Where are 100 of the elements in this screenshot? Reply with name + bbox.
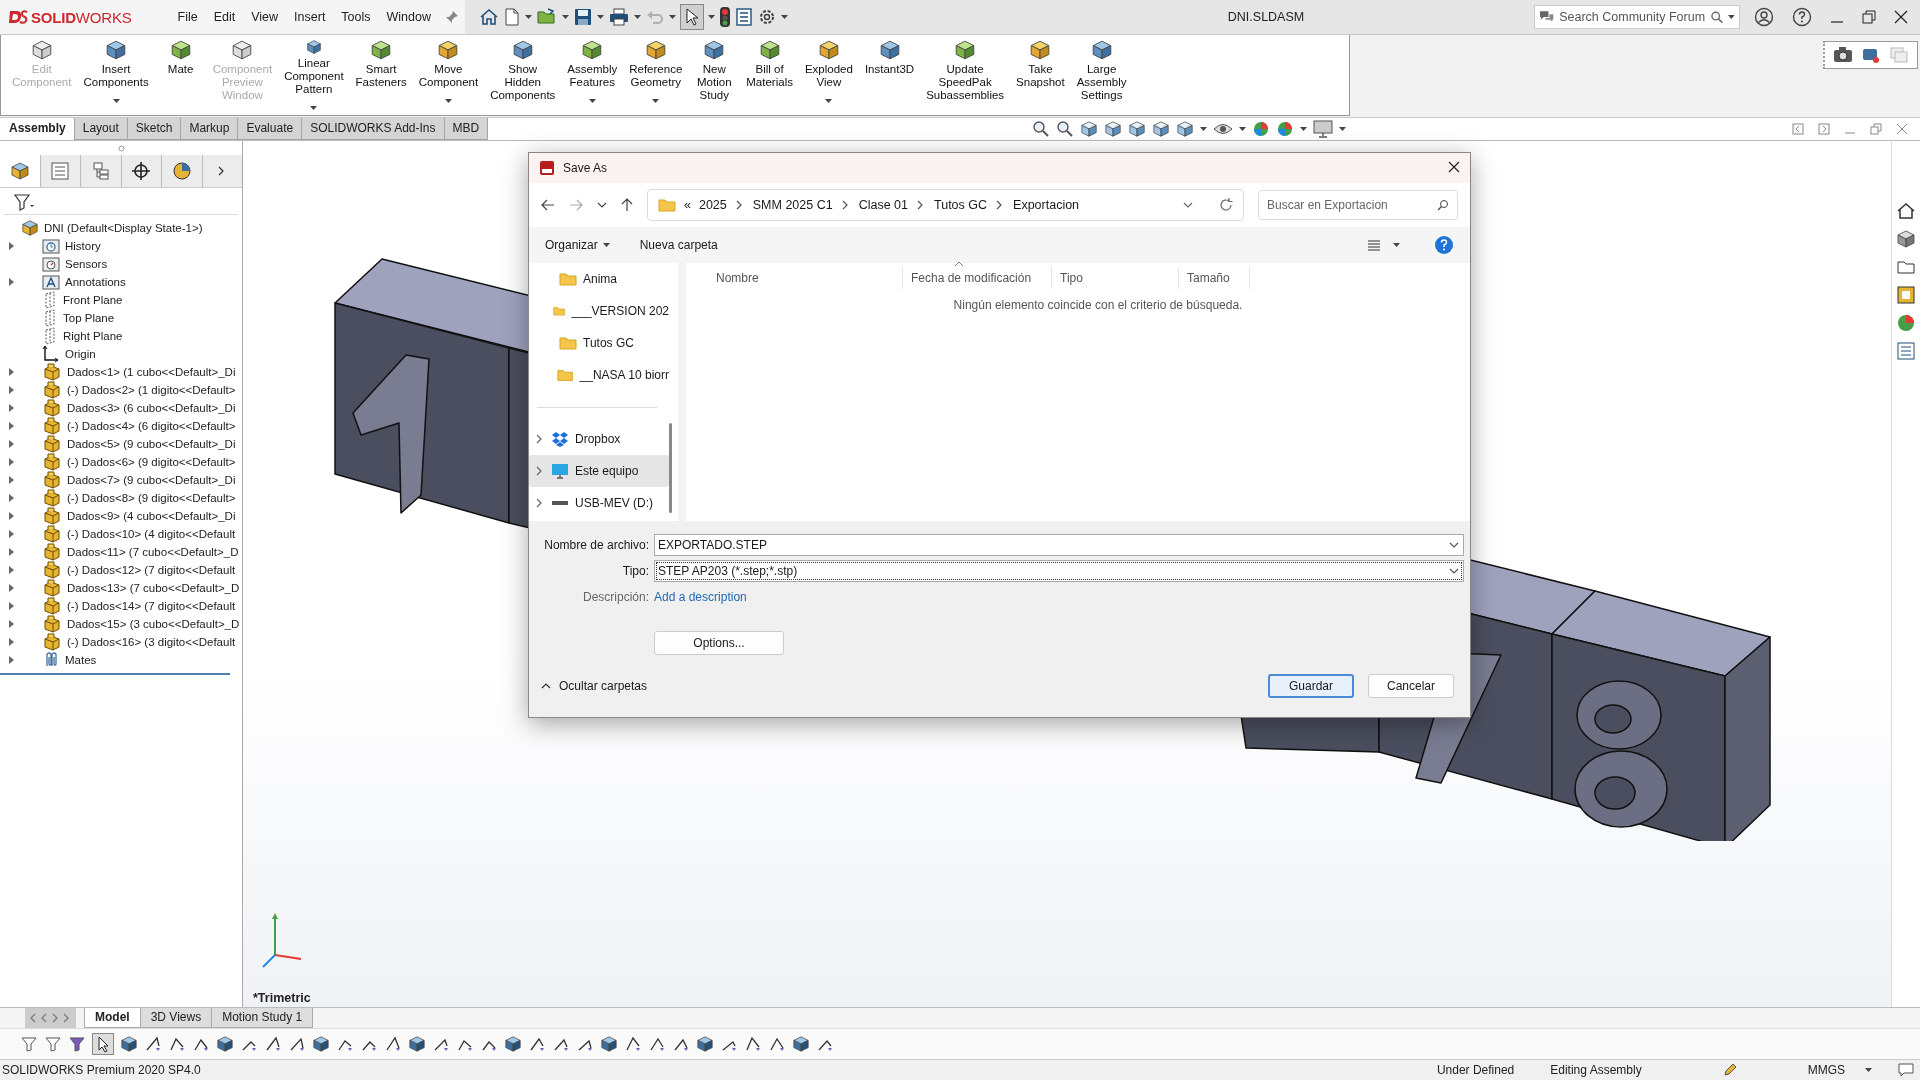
tree-item-label[interactable]: Dados<1> (1 cubo<<Default>_Di	[67, 366, 236, 378]
pin-icon[interactable]	[445, 10, 459, 24]
ribbon-button[interactable]: Instant3D	[859, 35, 920, 115]
command-tab[interactable]: Sketch	[126, 118, 182, 140]
menu-item[interactable]: File	[169, 7, 206, 27]
ribbon-button[interactable]: Smart Fasteners	[350, 35, 412, 115]
video-camera-icon[interactable]	[1861, 46, 1881, 64]
sketch-tool-icon[interactable]	[744, 1035, 762, 1053]
command-tab[interactable]: MBD	[443, 118, 489, 140]
expand-arrow-icon[interactable]	[8, 386, 14, 394]
units-label[interactable]: MMGS	[1807, 1063, 1845, 1077]
command-tab[interactable]: Markup	[180, 118, 239, 140]
close-icon[interactable]	[1894, 10, 1908, 24]
sort-caret-icon[interactable]	[954, 261, 964, 267]
cube-icon[interactable]	[1896, 229, 1916, 249]
dropdown-caret-icon[interactable]	[112, 99, 120, 103]
cancel-button[interactable]: Cancelar	[1368, 674, 1454, 698]
dropdown-chevron-icon[interactable]	[1449, 540, 1459, 550]
tree-item-label[interactable]: Annotations	[65, 276, 126, 288]
caret-icon[interactable]	[1865, 1068, 1872, 1072]
column-header[interactable]: Fecha de modificación	[903, 267, 1052, 289]
nav-item-label[interactable]: Este equipo	[575, 464, 639, 478]
tree-item-label[interactable]: Dados<5> (9 cubo<<Default>_Di	[67, 438, 236, 450]
cube-icon[interactable]	[1176, 120, 1195, 138]
command-tab[interactable]: SOLIDWORKS Add-Ins	[301, 118, 445, 140]
nav-item-label[interactable]: Anima	[583, 272, 617, 286]
search-icon[interactable]	[1437, 199, 1449, 211]
menu-item[interactable]: Window	[378, 7, 439, 27]
filter-icon[interactable]	[68, 1035, 86, 1053]
expand-arrow-icon[interactable]	[8, 548, 14, 556]
cube-icon[interactable]	[600, 1035, 618, 1053]
caret-icon[interactable]	[525, 15, 532, 19]
tree-item-label[interactable]: (-) Dados<12> (7 digito<<Default	[67, 564, 236, 576]
path-segment[interactable]: Tutos GC	[934, 198, 988, 212]
filter-icon[interactable]	[20, 1035, 38, 1053]
nav-item-label[interactable]: USB-MEV (D:)	[575, 496, 653, 510]
ribbon-button[interactable]: Large Assembly Settings	[1071, 35, 1132, 115]
cube-icon[interactable]	[1104, 120, 1123, 138]
new-folder-button[interactable]: Nueva carpeta	[639, 238, 718, 252]
ribbon-button[interactable]: Take Snapshot	[1011, 35, 1070, 115]
menu-item[interactable]: View	[243, 7, 287, 27]
caret-icon[interactable]	[597, 15, 604, 19]
eye-icon[interactable]	[1213, 122, 1234, 136]
expand-arrow-icon[interactable]	[8, 476, 14, 484]
dropdown-caret-icon[interactable]	[652, 99, 660, 103]
nav-item-highlight[interactable]: Este equipo	[529, 455, 669, 487]
bottom-tab[interactable]: Model	[84, 1008, 141, 1028]
traffic-light-icon[interactable]	[719, 6, 731, 28]
cube-icon[interactable]	[120, 1035, 138, 1053]
expand-arrow-icon[interactable]	[8, 620, 14, 628]
resize-grip-icon[interactable]	[117, 144, 125, 152]
magnifier-icon[interactable]	[1056, 120, 1075, 138]
command-tab[interactable]: Evaluate	[237, 118, 303, 140]
home-icon[interactable]	[1896, 201, 1916, 221]
cube-icon[interactable]	[216, 1035, 234, 1053]
nav-item-label[interactable]: __NASA 10 biorr	[579, 368, 669, 382]
path-segment[interactable]: Clase 01	[858, 198, 908, 212]
dropdown-caret-icon[interactable]	[602, 243, 610, 247]
tree-item-label[interactable]: (-) Dados<6> (9 digito<<Default>	[67, 456, 236, 468]
expand-arrow-icon[interactable]	[8, 422, 14, 430]
cube-icon[interactable]	[696, 1035, 714, 1053]
user-icon[interactable]	[1754, 7, 1774, 27]
save-button[interactable]: Guardar	[1268, 674, 1354, 698]
cube-icon[interactable]	[1128, 120, 1147, 138]
menu-item[interactable]: Tools	[333, 7, 379, 27]
cursor-icon[interactable]	[683, 7, 701, 27]
filter-icon[interactable]	[44, 1035, 62, 1053]
ribbon-button[interactable]: Exploded View	[799, 35, 858, 115]
caret-icon[interactable]	[1339, 127, 1347, 131]
speech-icon[interactable]	[1898, 1063, 1914, 1077]
cube-icon[interactable]	[1152, 120, 1171, 138]
sphere-icon[interactable]	[1252, 120, 1271, 138]
cube-icon[interactable]	[792, 1035, 810, 1053]
tree-item-label[interactable]: (-) Dados<16> (3 digito<<Default	[67, 636, 236, 648]
expand-arrow-icon[interactable]	[8, 656, 14, 664]
path-segment[interactable]: Exportacion	[1013, 198, 1080, 212]
restore-icon[interactable]	[1862, 10, 1876, 24]
ribbon-button[interactable]: Move Component	[413, 35, 484, 115]
search-field[interactable]: Search Community Forum	[1534, 5, 1740, 29]
dropdown-caret-icon[interactable]	[588, 99, 596, 103]
sketch-tool-icon[interactable]	[144, 1035, 162, 1053]
ribbon-button[interactable]: Update SpeedPak Subassemblies	[921, 35, 1010, 115]
help-icon[interactable]	[1792, 7, 1812, 27]
sketch-tool-icon[interactable]	[624, 1035, 642, 1053]
expand-arrow-icon[interactable]	[8, 530, 14, 538]
ribbon-button[interactable]: Linear Component Pattern	[279, 35, 349, 115]
sphere-icon[interactable]	[1276, 120, 1295, 138]
description-link[interactable]: Add a description	[654, 590, 747, 604]
caret-icon[interactable]	[1300, 127, 1308, 131]
search-icon[interactable]	[1710, 10, 1724, 24]
expand-arrow-icon[interactable]	[8, 368, 14, 376]
tree-item-label[interactable]: Dados<3> (6 cubo<<Default>_Di	[67, 402, 236, 414]
settings-icon[interactable]	[757, 7, 777, 27]
tree-item-label[interactable]: Dados<15> (3 cubo<<Default>_D	[67, 618, 240, 630]
caret-icon[interactable]	[634, 15, 641, 19]
path-overflow[interactable]: «	[684, 198, 691, 212]
recent-locations-chevron-icon[interactable]	[597, 200, 607, 210]
ribbon-button[interactable]: Reference Geometry	[624, 35, 688, 115]
tree-item-label[interactable]: Dados<11> (7 cubo<<Default>_D	[67, 546, 239, 558]
tree-root-label[interactable]: DNI (Default<Display State-1>)	[44, 222, 203, 234]
